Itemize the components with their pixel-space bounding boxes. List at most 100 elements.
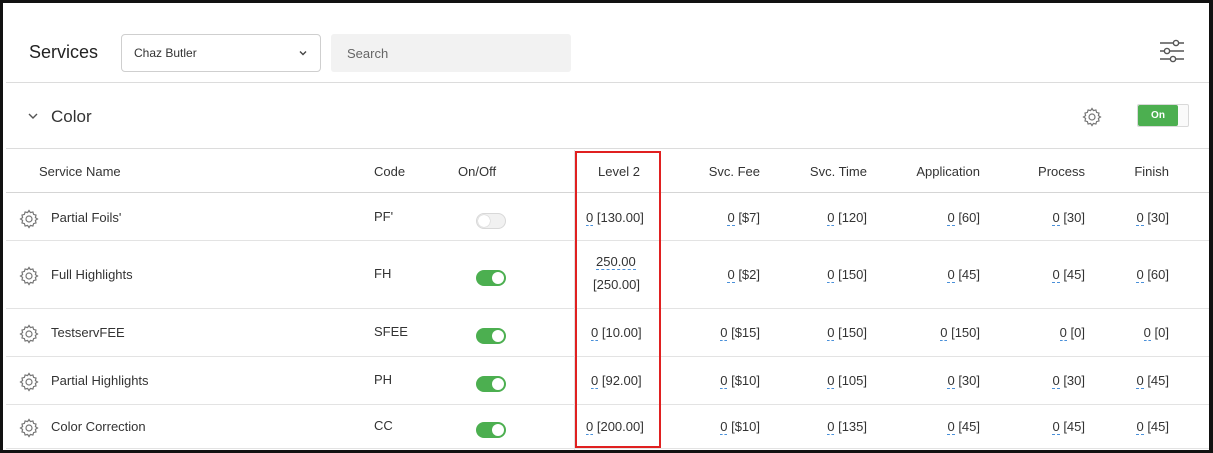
level-cell: 0 [92.00] xyxy=(591,373,642,389)
svc-fee-value[interactable]: 0 xyxy=(727,210,735,226)
svc-fee-value[interactable]: 0 xyxy=(720,419,728,435)
svc-time-cell: 0 [105] xyxy=(827,373,867,389)
table-header: Service Name Code On/Off Level 2 Svc. Fe… xyxy=(6,150,1209,193)
process-base: [45] xyxy=(1063,419,1085,434)
svc-fee-value[interactable]: 0 xyxy=(727,267,735,283)
finish-base: [30] xyxy=(1147,210,1169,225)
application-cell: 0 [30] xyxy=(947,373,980,389)
gear-icon[interactable] xyxy=(19,418,39,443)
finish-value[interactable]: 0 xyxy=(1136,419,1144,435)
table-row: Full Highlights FH 250.00 [250.00] 0 [$2] 0 [… xyxy=(6,241,1209,309)
process-value[interactable]: 0 xyxy=(1052,419,1060,435)
service-name: Partial Foils' xyxy=(51,210,122,225)
level-base: [250.00] xyxy=(593,277,640,292)
finish-base: [45] xyxy=(1147,373,1169,388)
svc-time-cell: 0 [120] xyxy=(827,210,867,226)
section-toggle[interactable]: On xyxy=(1137,104,1189,127)
col-svc-time[interactable]: Svc. Time xyxy=(810,164,867,179)
service-name: TestservFEE xyxy=(51,325,125,340)
table-row: Partial Highlights PH 0 [92.00] 0 [$10] 0 [1… xyxy=(6,357,1209,405)
process-value[interactable]: 0 xyxy=(1052,267,1060,283)
gear-icon[interactable] xyxy=(19,209,39,234)
service-name: Full Highlights xyxy=(51,267,133,282)
finish-value[interactable]: 0 xyxy=(1136,210,1144,226)
finish-value[interactable]: 0 xyxy=(1143,325,1151,341)
svc-time-cell: 0 [135] xyxy=(827,419,867,435)
service-code: PH xyxy=(374,372,393,387)
finish-value[interactable]: 0 xyxy=(1136,267,1144,283)
chevron-down-icon[interactable] xyxy=(27,111,39,121)
finish-value[interactable]: 0 xyxy=(1136,373,1144,389)
process-cell: 0 [0] xyxy=(1059,325,1085,341)
level-base: [130.00] xyxy=(596,210,644,225)
col-on-off[interactable]: On/Off xyxy=(458,164,496,179)
level-value[interactable]: 250.00 xyxy=(596,254,636,270)
level-price-input[interactable]: 250.00 xyxy=(596,254,636,270)
staff-select-value: Chaz Butler xyxy=(134,46,197,60)
col-service-name[interactable]: Service Name xyxy=(39,164,121,179)
gear-icon[interactable] xyxy=(19,324,39,349)
svc-time-value[interactable]: 0 xyxy=(827,210,835,226)
finish-base: [0] xyxy=(1154,325,1169,340)
application-cell: 0 [45] xyxy=(947,419,980,435)
level-value[interactable]: 0 xyxy=(586,210,594,226)
process-value[interactable]: 0 xyxy=(1052,373,1060,389)
level-value[interactable]: 0 xyxy=(586,419,594,435)
service-toggle[interactable] xyxy=(476,213,506,229)
table-row: Partial Foils' PF' 0 [130.00] 0 [$7] 0 [120]… xyxy=(6,194,1209,241)
application-value[interactable]: 0 xyxy=(947,373,955,389)
svc-time-value[interactable]: 0 xyxy=(827,373,835,389)
filters-icon[interactable] xyxy=(1159,39,1185,63)
svc-fee-value[interactable]: 0 xyxy=(720,325,728,341)
col-code[interactable]: Code xyxy=(374,164,405,179)
process-value[interactable]: 0 xyxy=(1059,325,1067,341)
svc-time-value[interactable]: 0 xyxy=(827,267,835,283)
svc-time-cell: 0 [150] xyxy=(827,325,867,341)
section-header: Color On xyxy=(6,83,1209,149)
application-base: [45] xyxy=(958,419,980,434)
finish-cell: 0 [60] xyxy=(1136,267,1169,283)
level-value[interactable]: 0 xyxy=(591,325,599,341)
col-svc-fee[interactable]: Svc. Fee xyxy=(709,164,760,179)
toggle-knob xyxy=(492,378,504,390)
svc-fee-base: [$10] xyxy=(731,419,760,434)
application-value[interactable]: 0 xyxy=(947,210,955,226)
toggle-knob xyxy=(492,330,504,342)
col-level[interactable]: Level 2 xyxy=(598,164,640,179)
col-application[interactable]: Application xyxy=(916,164,980,179)
service-code: SFEE xyxy=(374,324,408,339)
staff-select[interactable]: Chaz Butler xyxy=(121,34,321,72)
application-value[interactable]: 0 xyxy=(947,419,955,435)
application-base: [150] xyxy=(951,325,980,340)
gear-icon[interactable] xyxy=(19,266,39,291)
application-value[interactable]: 0 xyxy=(940,325,948,341)
level-base: [92.00] xyxy=(601,373,642,388)
search-input[interactable] xyxy=(331,34,571,72)
service-toggle[interactable] xyxy=(476,270,506,286)
service-toggle[interactable] xyxy=(476,376,506,392)
service-toggle[interactable] xyxy=(476,328,506,344)
service-name: Color Correction xyxy=(51,419,146,434)
gear-icon[interactable] xyxy=(1082,107,1102,127)
svc-time-value[interactable]: 0 xyxy=(827,325,835,341)
svc-fee-base: [$15] xyxy=(731,325,760,340)
section-toggle-label: On xyxy=(1138,105,1178,126)
service-code: CC xyxy=(374,418,393,433)
svc-fee-value[interactable]: 0 xyxy=(720,373,728,389)
col-process[interactable]: Process xyxy=(1038,164,1085,179)
svc-fee-base: [$2] xyxy=(738,267,760,282)
service-code: FH xyxy=(374,266,392,281)
service-toggle[interactable] xyxy=(476,422,506,438)
table-row: Color Correction CC 0 [200.00] 0 [$10] 0 [13… xyxy=(6,405,1209,449)
svc-time-value[interactable]: 0 xyxy=(827,419,835,435)
col-finish[interactable]: Finish xyxy=(1134,164,1169,179)
finish-base: [45] xyxy=(1147,419,1169,434)
level-cell: 0 [130.00] xyxy=(586,210,644,226)
gear-icon[interactable] xyxy=(19,372,39,397)
application-value[interactable]: 0 xyxy=(947,267,955,283)
level-value[interactable]: 0 xyxy=(591,373,599,389)
application-cell: 0 [45] xyxy=(947,267,980,283)
svc-fee-cell: 0 [$10] xyxy=(720,419,760,435)
process-value[interactable]: 0 xyxy=(1052,210,1060,226)
svc-fee-cell: 0 [$15] xyxy=(720,325,760,341)
